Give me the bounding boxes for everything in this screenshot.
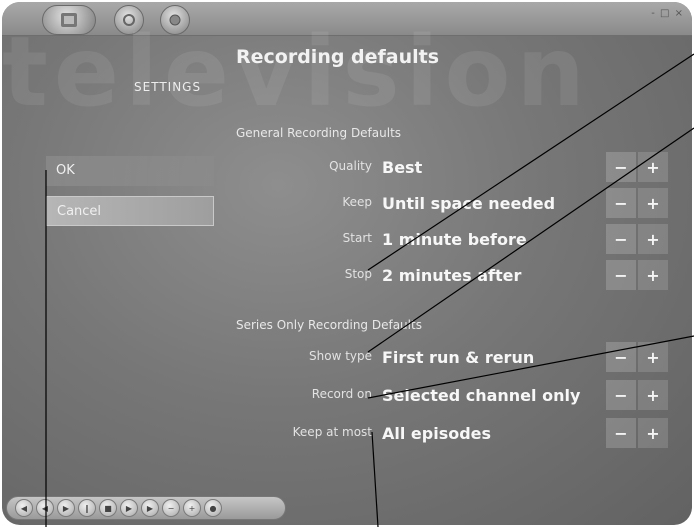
- transport-controls: ◀ ◀ ▶ ❙ ■ ▶ ▶ − + ●: [6, 496, 286, 520]
- cancel-button[interactable]: Cancel: [46, 196, 214, 226]
- plus-button[interactable]: +: [638, 224, 668, 254]
- setting-label: Keep at most: [292, 425, 372, 439]
- plus-button[interactable]: +: [638, 260, 668, 290]
- volume-up-icon[interactable]: +: [183, 499, 201, 517]
- plus-button[interactable]: +: [638, 188, 668, 218]
- setting-label: Quality: [329, 159, 372, 173]
- minus-button[interactable]: −: [606, 260, 636, 290]
- setting-value: 2 minutes after: [382, 266, 522, 285]
- mute-icon[interactable]: ●: [204, 499, 222, 517]
- fast-forward-icon[interactable]: ▶: [120, 499, 138, 517]
- setting-row-start: Start 1 minute before − +: [202, 224, 672, 254]
- setting-row-show-type: Show type First run & rerun − +: [202, 342, 672, 372]
- setting-value: Selected channel only: [382, 386, 581, 405]
- plus-button[interactable]: +: [638, 342, 668, 372]
- minus-button[interactable]: −: [606, 188, 636, 218]
- setting-row-record-on: Record on Selected channel only − +: [202, 380, 672, 410]
- setting-label: Show type: [309, 349, 372, 363]
- setting-label: Record on: [311, 387, 372, 401]
- window-controls[interactable]: - □ ×: [651, 8, 684, 19]
- plus-button[interactable]: +: [638, 418, 668, 448]
- rewind-icon[interactable]: ◀: [36, 499, 54, 517]
- setting-label: Start: [342, 231, 372, 245]
- plus-button[interactable]: +: [638, 380, 668, 410]
- setting-row-keep-at-most: Keep at most All episodes − +: [202, 418, 672, 448]
- minus-button[interactable]: −: [606, 342, 636, 372]
- setting-row-keep: Keep Until space needed − +: [202, 188, 672, 218]
- settings-label: SETTINGS: [134, 80, 202, 94]
- stop-icon[interactable]: ■: [99, 499, 117, 517]
- setting-row-quality: Quality Best − +: [202, 152, 672, 182]
- minus-button[interactable]: −: [606, 380, 636, 410]
- minus-button[interactable]: −: [606, 418, 636, 448]
- plus-button[interactable]: +: [638, 152, 668, 182]
- setting-value: Best: [382, 158, 423, 177]
- page-title: Recording defaults: [236, 46, 440, 68]
- minus-button[interactable]: −: [606, 224, 636, 254]
- setting-label: Keep: [342, 195, 372, 209]
- minus-button[interactable]: −: [606, 152, 636, 182]
- ok-button[interactable]: OK: [46, 156, 214, 186]
- setting-value: 1 minute before: [382, 230, 527, 249]
- setting-value: First run & rerun: [382, 348, 535, 367]
- section-title-series: Series Only Recording Defaults: [236, 318, 422, 332]
- skip-forward-icon[interactable]: ▶: [141, 499, 159, 517]
- skip-back-icon[interactable]: ◀: [15, 499, 33, 517]
- play-icon[interactable]: ▶: [57, 499, 75, 517]
- pause-icon[interactable]: ❙: [78, 499, 96, 517]
- setting-value: Until space needed: [382, 194, 556, 213]
- watermark-text: television: [2, 16, 591, 128]
- media-center-window: - □ × television SETTINGS Recording defa…: [2, 2, 692, 525]
- setting-row-stop: Stop 2 minutes after − +: [202, 260, 672, 290]
- setting-value: All episodes: [382, 424, 492, 443]
- section-title-general: General Recording Defaults: [236, 126, 402, 140]
- volume-down-icon[interactable]: −: [162, 499, 180, 517]
- setting-label: Stop: [344, 267, 372, 281]
